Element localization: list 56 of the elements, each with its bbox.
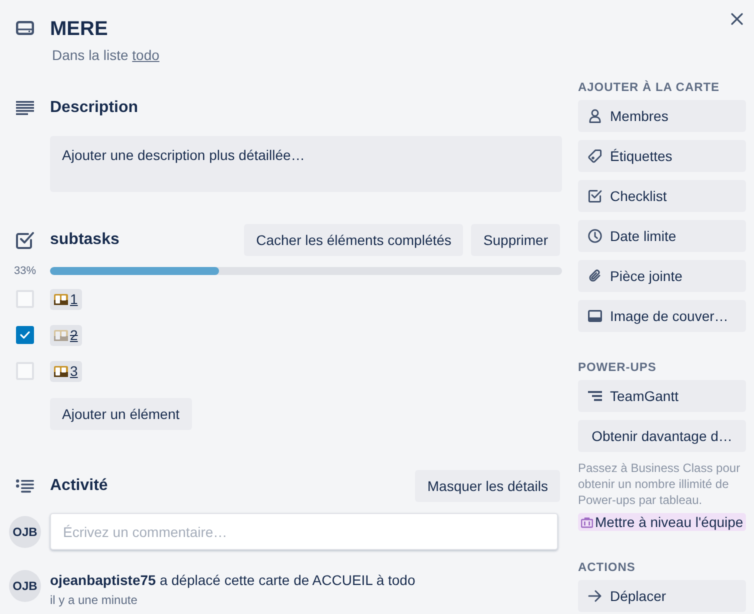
checklist-title: subtasks [50,230,120,250]
activity-icon [16,479,34,493]
card-cover-icon [588,310,602,322]
checkbox[interactable] [16,326,34,344]
user-avatar: OJB [9,570,41,602]
card-link[interactable]: 3 [50,360,82,382]
board-thumbnail-icon [54,366,68,376]
user-avatar: OJB [9,516,41,548]
tag-icon [588,149,602,163]
person-icon [589,109,601,123]
checklist-icon [16,231,34,249]
list-location-text: Dans la liste todo [52,46,160,65]
card-link[interactable]: 1 [50,288,82,310]
list-link[interactable]: todo [132,47,160,63]
sidebar-heading: AJOUTER À LA CARTE [578,79,721,95]
hide-completed-button[interactable]: Cacher les éléments complétés [244,224,464,256]
upgrade-note: Passez à Business Class pour obtenir un nombre illimité de Power-ups par tableau. [578,460,742,508]
section-heading: Activité [50,476,109,496]
hide-details-button[interactable]: Masquer les détails [415,470,560,502]
sidebar-heading: POWER-UPS [578,359,658,375]
sidebar-button[interactable]: Déplacer [578,580,746,612]
board-thumbnail-icon [54,330,68,340]
delete-button[interactable]: Supprimer [471,224,560,256]
briefcase-icon [581,516,593,528]
clock-icon [588,229,602,243]
sidebar-button[interactable]: Checklist [578,180,746,212]
checkmark-icon [20,331,30,339]
upgrade-team-link[interactable]: Mettre à niveau l'équipe [578,513,746,531]
checkbox[interactable] [16,290,34,308]
paperclip-icon [588,269,602,283]
progress-percent: 33% [14,264,36,279]
sidebar-button[interactable]: Pièce jointe [578,260,746,292]
more-power-ups-button[interactable]: Obtenir davantage d… [578,420,746,452]
description-field[interactable]: Ajouter une description plus détaillée… [50,136,562,192]
arrow-right-icon [588,590,602,602]
close-button[interactable] [731,13,743,25]
sidebar-button[interactable]: Image de couver… [578,300,746,332]
card-title: MERE [50,17,109,41]
card-icon [16,21,34,35]
checkbox[interactable] [16,362,34,380]
checkbox-icon [588,189,602,203]
sidebar-button[interactable]: Étiquettes [578,140,746,172]
sidebar-button[interactable]: Date limite [578,220,746,252]
section-heading: Description [50,98,138,118]
description-icon [16,101,34,115]
power-up-button[interactable]: TeamGantt [578,380,746,412]
card-link[interactable]: 2 [50,324,82,346]
sidebar-button[interactable]: Membres [578,100,746,132]
stacked-bars-icon [588,391,602,401]
sidebar-heading: ACTIONS [578,559,636,575]
close-icon [731,13,743,25]
timestamp: il y a une minute [50,592,138,608]
comment-input[interactable]: Écrivez un commentaire… [50,513,558,550]
activity-text: ojeanbaptiste75 a déplacé cette carte de ACCUEIL à todo [50,571,416,590]
add-item-button[interactable]: Ajouter un élément [50,398,192,430]
board-thumbnail-icon [54,294,68,304]
